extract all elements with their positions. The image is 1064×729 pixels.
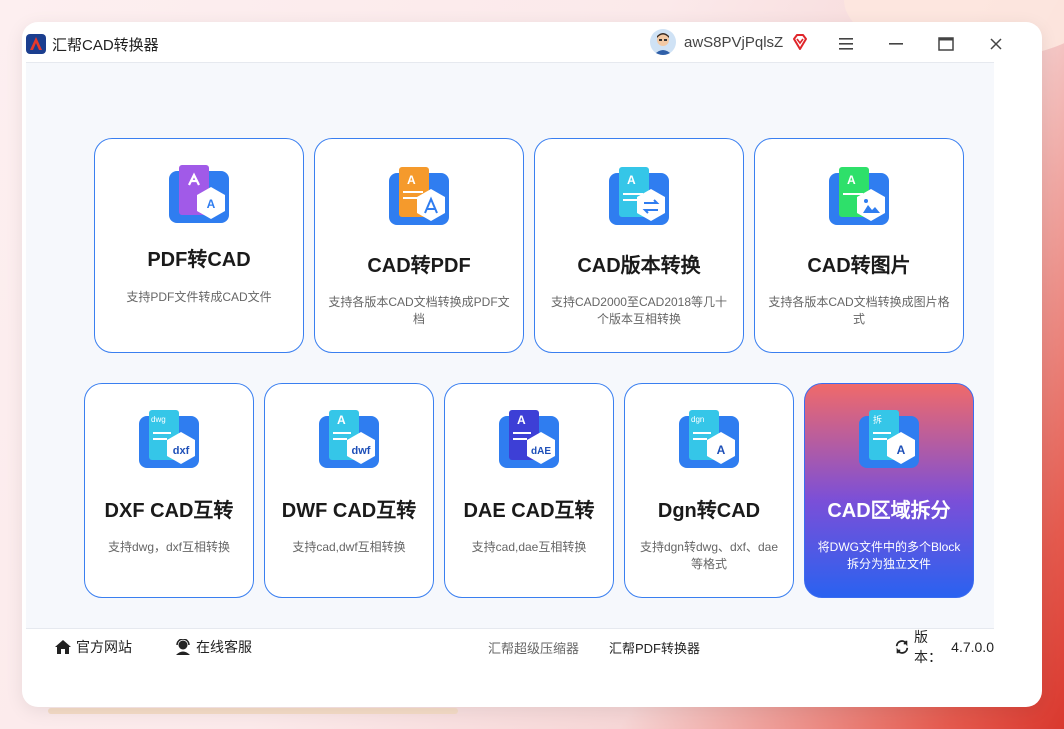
compressor-link[interactable]: 汇帮超级压缩器 <box>488 638 579 657</box>
svg-text:A: A <box>407 173 416 187</box>
official-website-link[interactable]: 官方网站 <box>54 637 132 657</box>
card-title: PDF转CAD <box>147 249 251 271</box>
username[interactable]: awS8PVjPqlsZ <box>684 34 783 51</box>
card-cad-to-pdf[interactable]: A CAD转PDF 支持各版本CAD文档转换成PDF文档 <box>314 138 524 353</box>
card-title: DWF CAD互转 <box>281 500 417 522</box>
card-title: CAD转图片 <box>807 255 911 277</box>
dwf-icon: A dwf <box>319 410 379 468</box>
background-decoration <box>48 708 458 714</box>
badge-text: dAE <box>531 446 551 457</box>
close-button[interactable] <box>984 32 1008 56</box>
cad-to-pdf-icon: A <box>389 167 449 225</box>
card-description: 支持cad,dae互相转换 <box>471 540 587 554</box>
app-title: 汇帮CAD转换器 <box>52 36 159 54</box>
cad-version-icon: A <box>609 167 669 225</box>
badge-text: A <box>717 443 726 457</box>
dae-icon: A dAE <box>499 410 559 468</box>
official-website-label: 官方网站 <box>76 639 132 655</box>
card-dxf[interactable]: dwg dxf DXF CAD互转 支持dwg，dxf互相转换 <box>84 383 254 598</box>
cad-split-icon: 拆 A <box>859 410 919 468</box>
card-dwf[interactable]: A dwf DWF CAD互转 支持cad,dwf互相转换 <box>264 383 434 598</box>
close-icon <box>990 38 1002 50</box>
card-title: DXF CAD互转 <box>104 500 234 522</box>
home-icon <box>55 640 71 654</box>
app-logo-icon <box>26 34 46 54</box>
menu-icon <box>839 38 853 50</box>
avatar[interactable] <box>650 29 676 55</box>
card-dgn[interactable]: dgn A Dgn转CAD 支持dgn转dwg、dxf、dae等格式 <box>624 383 794 598</box>
svg-text:A: A <box>517 413 526 427</box>
title-bar: 汇帮CAD转换器 awS8PVjPqlsZ <box>26 26 1002 62</box>
customer-service-icon <box>176 639 190 655</box>
refresh-icon <box>895 640 909 654</box>
card-pdf-to-cad[interactable]: A PDF转CAD 支持PDF文件转成CAD文件 <box>94 138 304 353</box>
footer-bar: 官方网站 在线客服 汇帮超级压缩器 汇帮PDF转换器 版本： 4.7.0.0 <box>26 628 994 665</box>
card-title: Dgn转CAD <box>657 500 761 522</box>
minimize-icon <box>889 43 903 45</box>
card-description: 支持cad,dwf互相转换 <box>292 540 406 554</box>
minimize-button[interactable] <box>884 32 908 56</box>
svg-text:dgn: dgn <box>691 415 704 424</box>
avatar-icon <box>650 29 676 55</box>
version-info[interactable]: 版本： 4.7.0.0 <box>894 627 994 667</box>
card-cad-split[interactable]: 拆 A CAD区域拆分 将DWG文件中的多个Block拆分为独立文件 <box>804 383 974 598</box>
online-support-link[interactable]: 在线客服 <box>174 637 252 657</box>
card-title: CAD版本转换 <box>577 255 701 277</box>
pdf-converter-link[interactable]: 汇帮PDF转换器 <box>609 638 700 657</box>
version-label: 版本： <box>913 629 942 665</box>
card-description: 支持各版本CAD文档转换成图片格式 <box>768 295 950 326</box>
pdf-to-cad-icon: A <box>169 165 229 223</box>
user-info[interactable]: awS8PVjPqlsZ <box>650 29 809 55</box>
card-description: 支持PDF文件转成CAD文件 <box>126 290 272 304</box>
card-cad-to-image[interactable]: A CAD转图片 支持各版本CAD文档转换成图片格式 <box>754 138 964 353</box>
dxf-icon: dwg dxf <box>139 410 199 468</box>
cad-to-image-icon: A <box>829 167 889 225</box>
svg-text:A: A <box>207 197 216 211</box>
card-description: 将DWG文件中的多个Block拆分为独立文件 <box>817 540 961 571</box>
dgn-icon: dgn A <box>679 410 739 468</box>
badge-text: dxf <box>173 445 190 457</box>
version-number: 4.7.0.0 <box>951 639 994 655</box>
online-support-label: 在线客服 <box>196 639 252 655</box>
card-description: 支持各版本CAD文档转换成PDF文档 <box>328 295 510 326</box>
card-description: 支持dwg，dxf互相转换 <box>107 540 231 554</box>
card-dae[interactable]: A dAE DAE CAD互转 支持cad,dae互相转换 <box>444 383 614 598</box>
svg-text:A: A <box>337 413 346 427</box>
card-title: CAD转PDF <box>367 255 471 277</box>
card-description: 支持CAD2000至CAD2018等几十个版本互相转换 <box>550 295 728 326</box>
badge-text: A <box>897 443 906 457</box>
badge-text: dwf <box>352 445 371 457</box>
svg-text:dwg: dwg <box>151 415 166 424</box>
svg-text:A: A <box>627 173 636 187</box>
card-cad-version[interactable]: A CAD版本转换 支持CAD2000至CAD2018等几十个版本互相转换 <box>534 138 744 353</box>
maximize-icon <box>938 37 954 51</box>
card-title: CAD区域拆分 <box>827 500 951 522</box>
vip-diamond-icon[interactable] <box>791 33 809 51</box>
card-description: 支持dgn转dwg、dxf、dae等格式 <box>639 540 779 571</box>
maximize-button[interactable] <box>934 32 958 56</box>
card-title: DAE CAD互转 <box>463 500 595 522</box>
svg-text:拆: 拆 <box>873 414 882 426</box>
svg-text:A: A <box>847 173 856 187</box>
menu-button[interactable] <box>834 32 858 56</box>
